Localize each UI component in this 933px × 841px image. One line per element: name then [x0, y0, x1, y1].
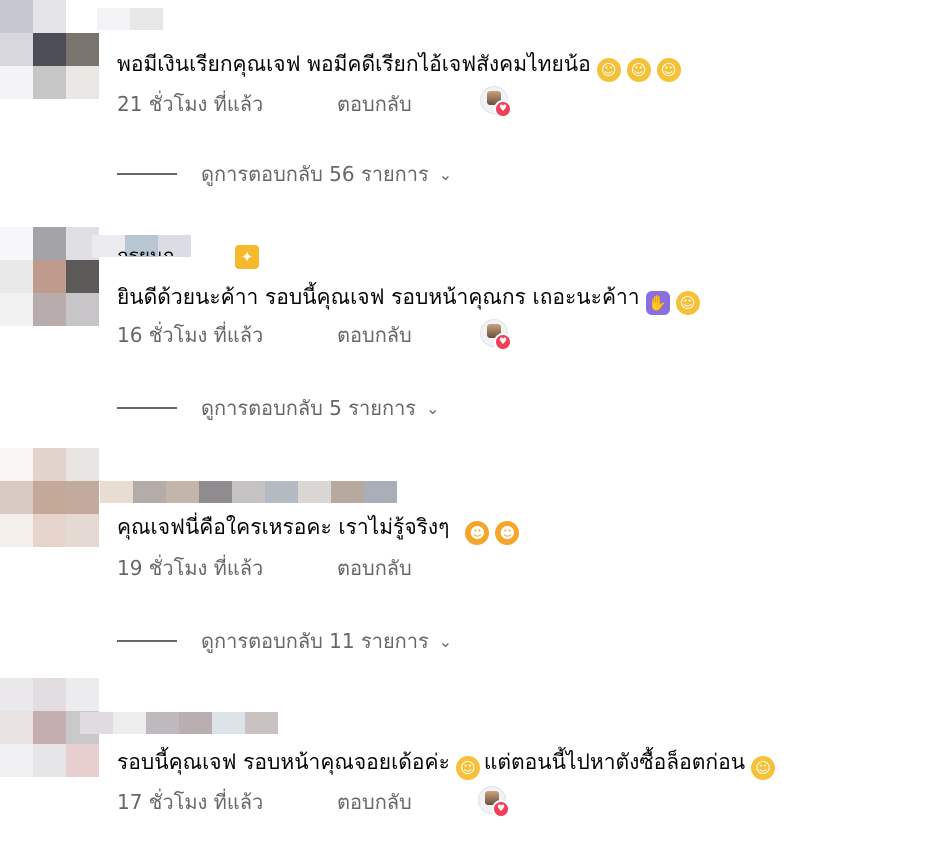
smiling-face-with-hearts-icon: ☺ [626, 58, 651, 82]
view-replies-label: ดูการตอบกลับ 5 รายการ [201, 396, 417, 420]
comment-meta: 19 ชั่วโมง ที่แล้ว ตอบกลับ [117, 552, 412, 584]
reply-button[interactable]: ตอบกลับ [337, 88, 412, 120]
comment-text: พอมีเงินเรียกคุณเจฟ พอมีคดีเรียกไอ้เจฟสั… [117, 48, 681, 82]
face-with-tears-of-joy-icon: ☺ [751, 756, 776, 780]
commenter-name-blurred[interactable] [97, 8, 163, 30]
comment-text-continued: แต่ตอนนี้ไปหาตังซื้อล็อตก่อน [483, 750, 746, 774]
comment-time[interactable]: 21 ชั่วโมง ที่แล้ว [117, 88, 337, 120]
commenter-name-fragment[interactable]: กรยนก . . [117, 241, 199, 256]
comment-meta: 16 ชั่วโมง ที่แล้ว ตอบกลับ [117, 319, 412, 351]
avatar[interactable] [0, 448, 99, 547]
heart-reaction-icon[interactable]: ♥ [480, 86, 512, 118]
view-replies-button[interactable]: ดูการตอบกลับ 5 รายการ ⌄ [117, 392, 439, 424]
commenter-name-blurred[interactable] [100, 481, 397, 503]
chevron-down-icon: ⌄ [438, 631, 453, 651]
comment-time[interactable]: 17 ชั่วโมง ที่แล้ว [117, 786, 337, 818]
reply-button[interactable]: ตอบกลับ [337, 552, 412, 584]
comment-text: รอบนี้คุณเจฟ รอบหน้าคุณจอยเด้อค่ะ ☺ แต่ตอน… [117, 746, 776, 780]
commenter-name-blurred[interactable] [80, 712, 278, 734]
beaming-face-icon: ☺ [455, 756, 480, 780]
view-replies-button[interactable]: ดูการตอบกลับ 11 รายการ ⌄ [117, 625, 452, 657]
comment-text: คุณเจฟนี่คือใครเหรอคะ เราไม่รู้จริงๆ ☻ ☻ [117, 511, 520, 545]
view-replies-label: ดูการตอบกลับ 56 รายการ [201, 162, 429, 186]
comment-text: ยินดีด้วยนะค้าา รอบนี้คุณเจฟ รอบหน้าคุณก… [117, 281, 700, 315]
heart-reaction-icon[interactable]: ♥ [480, 319, 512, 351]
reply-button[interactable]: ตอบกลับ [337, 786, 412, 818]
sparkles-icon: ✦ [235, 245, 259, 269]
comment-time[interactable]: 19 ชั่วโมง ที่แล้ว [117, 552, 337, 584]
heart-reaction-icon[interactable]: ♥ [478, 786, 510, 818]
comment-meta: 17 ชั่วโมง ที่แล้ว ตอบกลับ [117, 786, 412, 818]
divider [117, 173, 177, 175]
heart-icon: ♥ [494, 100, 512, 118]
smiling-face-with-hearts-icon: ☺ [656, 58, 681, 82]
avatar[interactable] [0, 227, 99, 326]
chevron-down-icon: ⌄ [438, 164, 453, 184]
smiling-face-with-hearts-icon: ☺ [596, 58, 621, 82]
grinning-face-with-sweat-icon: ☻ [495, 521, 520, 545]
divider [117, 640, 177, 642]
smiling-face-with-hearts-icon: ☺ [675, 291, 700, 315]
grinning-face-with-sweat-icon: ☻ [465, 521, 490, 545]
view-replies-button[interactable]: ดูการตอบกลับ 56 รายการ ⌄ [117, 158, 452, 190]
view-replies-label: ดูการตอบกลับ 11 รายการ [201, 629, 429, 653]
comment-text-content: ยินดีด้วยนะค้าา รอบนี้คุณเจฟ รอบหน้าคุณก… [117, 285, 640, 309]
comment-text-content: รอบนี้คุณเจฟ รอบหน้าคุณจอยเด้อค่ะ [117, 750, 450, 774]
heart-icon: ♥ [492, 800, 510, 818]
heart-icon: ♥ [494, 333, 512, 351]
comment-text-content: คุณเจฟนี่คือใครเหรอคะ เราไม่รู้จริงๆ [117, 515, 450, 539]
divider [117, 407, 177, 409]
reply-button[interactable]: ตอบกลับ [337, 319, 412, 351]
folded-hands-icon: ✋ [645, 291, 670, 315]
comment-meta: 21 ชั่วโมง ที่แล้ว ตอบกลับ [117, 88, 412, 120]
comment-text-content: พอมีเงินเรียกคุณเจฟ พอมีคดีเรียกไอ้เจฟสั… [117, 52, 591, 76]
avatar[interactable] [0, 0, 99, 99]
chevron-down-icon: ⌄ [426, 398, 440, 418]
comment-time[interactable]: 16 ชั่วโมง ที่แล้ว [117, 319, 337, 351]
